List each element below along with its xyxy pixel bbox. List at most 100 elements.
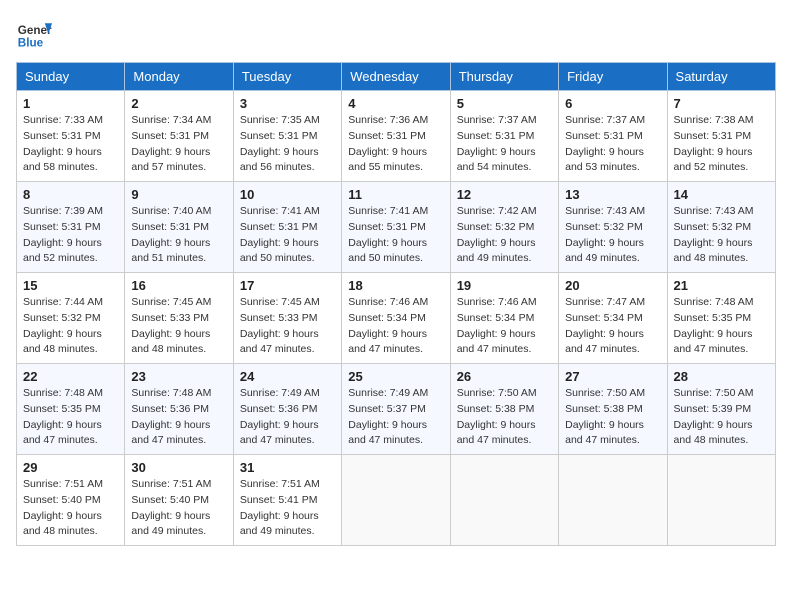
day-info: Sunrise: 7:51 AMSunset: 5:41 PMDaylight:… — [240, 478, 320, 537]
day-info: Sunrise: 7:42 AMSunset: 5:32 PMDaylight:… — [457, 205, 537, 264]
day-info: Sunrise: 7:37 AMSunset: 5:31 PMDaylight:… — [457, 114, 537, 173]
day-number: 9 — [131, 187, 226, 202]
day-info: Sunrise: 7:51 AMSunset: 5:40 PMDaylight:… — [23, 478, 103, 537]
day-info: Sunrise: 7:48 AMSunset: 5:36 PMDaylight:… — [131, 387, 211, 446]
calendar-day — [450, 455, 558, 546]
calendar-table: SundayMondayTuesdayWednesdayThursdayFrid… — [16, 62, 776, 546]
calendar-day: 5 Sunrise: 7:37 AMSunset: 5:31 PMDayligh… — [450, 91, 558, 182]
day-number: 2 — [131, 96, 226, 111]
day-info: Sunrise: 7:39 AMSunset: 5:31 PMDaylight:… — [23, 205, 103, 264]
day-info: Sunrise: 7:48 AMSunset: 5:35 PMDaylight:… — [674, 296, 754, 355]
calendar-day: 19 Sunrise: 7:46 AMSunset: 5:34 PMDaylig… — [450, 273, 558, 364]
day-number: 14 — [674, 187, 769, 202]
logo: General Blue — [16, 16, 52, 52]
calendar-week-1: 1 Sunrise: 7:33 AMSunset: 5:31 PMDayligh… — [17, 91, 776, 182]
day-number: 22 — [23, 369, 118, 384]
day-info: Sunrise: 7:50 AMSunset: 5:39 PMDaylight:… — [674, 387, 754, 446]
weekday-header-friday: Friday — [559, 63, 667, 91]
day-info: Sunrise: 7:46 AMSunset: 5:34 PMDaylight:… — [457, 296, 537, 355]
calendar-week-4: 22 Sunrise: 7:48 AMSunset: 5:35 PMDaylig… — [17, 364, 776, 455]
calendar-day: 21 Sunrise: 7:48 AMSunset: 5:35 PMDaylig… — [667, 273, 775, 364]
day-info: Sunrise: 7:48 AMSunset: 5:35 PMDaylight:… — [23, 387, 103, 446]
calendar-day: 3 Sunrise: 7:35 AMSunset: 5:31 PMDayligh… — [233, 91, 341, 182]
calendar-day: 22 Sunrise: 7:48 AMSunset: 5:35 PMDaylig… — [17, 364, 125, 455]
calendar-day: 20 Sunrise: 7:47 AMSunset: 5:34 PMDaylig… — [559, 273, 667, 364]
day-number: 13 — [565, 187, 660, 202]
logo-icon: General Blue — [16, 16, 52, 52]
calendar-day: 30 Sunrise: 7:51 AMSunset: 5:40 PMDaylig… — [125, 455, 233, 546]
calendar-day: 1 Sunrise: 7:33 AMSunset: 5:31 PMDayligh… — [17, 91, 125, 182]
weekday-header-sunday: Sunday — [17, 63, 125, 91]
day-number: 18 — [348, 278, 443, 293]
day-number: 21 — [674, 278, 769, 293]
calendar-day: 2 Sunrise: 7:34 AMSunset: 5:31 PMDayligh… — [125, 91, 233, 182]
day-info: Sunrise: 7:50 AMSunset: 5:38 PMDaylight:… — [457, 387, 537, 446]
day-number: 31 — [240, 460, 335, 475]
weekday-header-thursday: Thursday — [450, 63, 558, 91]
day-info: Sunrise: 7:37 AMSunset: 5:31 PMDaylight:… — [565, 114, 645, 173]
weekday-header-wednesday: Wednesday — [342, 63, 450, 91]
day-info: Sunrise: 7:40 AMSunset: 5:31 PMDaylight:… — [131, 205, 211, 264]
calendar-day: 9 Sunrise: 7:40 AMSunset: 5:31 PMDayligh… — [125, 182, 233, 273]
calendar-day: 23 Sunrise: 7:48 AMSunset: 5:36 PMDaylig… — [125, 364, 233, 455]
calendar-day — [559, 455, 667, 546]
day-info: Sunrise: 7:44 AMSunset: 5:32 PMDaylight:… — [23, 296, 103, 355]
svg-text:Blue: Blue — [18, 37, 44, 50]
calendar-day: 17 Sunrise: 7:45 AMSunset: 5:33 PMDaylig… — [233, 273, 341, 364]
day-number: 12 — [457, 187, 552, 202]
calendar-week-3: 15 Sunrise: 7:44 AMSunset: 5:32 PMDaylig… — [17, 273, 776, 364]
calendar-day: 24 Sunrise: 7:49 AMSunset: 5:36 PMDaylig… — [233, 364, 341, 455]
calendar-day: 26 Sunrise: 7:50 AMSunset: 5:38 PMDaylig… — [450, 364, 558, 455]
day-info: Sunrise: 7:38 AMSunset: 5:31 PMDaylight:… — [674, 114, 754, 173]
day-number: 7 — [674, 96, 769, 111]
day-info: Sunrise: 7:41 AMSunset: 5:31 PMDaylight:… — [348, 205, 428, 264]
day-info: Sunrise: 7:43 AMSunset: 5:32 PMDaylight:… — [674, 205, 754, 264]
day-number: 25 — [348, 369, 443, 384]
day-number: 23 — [131, 369, 226, 384]
day-number: 5 — [457, 96, 552, 111]
calendar-day — [342, 455, 450, 546]
day-number: 8 — [23, 187, 118, 202]
calendar-day: 14 Sunrise: 7:43 AMSunset: 5:32 PMDaylig… — [667, 182, 775, 273]
weekday-header-saturday: Saturday — [667, 63, 775, 91]
day-number: 15 — [23, 278, 118, 293]
day-info: Sunrise: 7:45 AMSunset: 5:33 PMDaylight:… — [131, 296, 211, 355]
calendar-day: 16 Sunrise: 7:45 AMSunset: 5:33 PMDaylig… — [125, 273, 233, 364]
calendar-day: 7 Sunrise: 7:38 AMSunset: 5:31 PMDayligh… — [667, 91, 775, 182]
calendar-day — [667, 455, 775, 546]
day-number: 17 — [240, 278, 335, 293]
day-info: Sunrise: 7:34 AMSunset: 5:31 PMDaylight:… — [131, 114, 211, 173]
calendar-day: 12 Sunrise: 7:42 AMSunset: 5:32 PMDaylig… — [450, 182, 558, 273]
day-info: Sunrise: 7:47 AMSunset: 5:34 PMDaylight:… — [565, 296, 645, 355]
day-info: Sunrise: 7:46 AMSunset: 5:34 PMDaylight:… — [348, 296, 428, 355]
day-info: Sunrise: 7:43 AMSunset: 5:32 PMDaylight:… — [565, 205, 645, 264]
calendar-day: 15 Sunrise: 7:44 AMSunset: 5:32 PMDaylig… — [17, 273, 125, 364]
calendar-day: 28 Sunrise: 7:50 AMSunset: 5:39 PMDaylig… — [667, 364, 775, 455]
day-info: Sunrise: 7:50 AMSunset: 5:38 PMDaylight:… — [565, 387, 645, 446]
day-info: Sunrise: 7:45 AMSunset: 5:33 PMDaylight:… — [240, 296, 320, 355]
day-info: Sunrise: 7:49 AMSunset: 5:37 PMDaylight:… — [348, 387, 428, 446]
day-number: 16 — [131, 278, 226, 293]
calendar-day: 11 Sunrise: 7:41 AMSunset: 5:31 PMDaylig… — [342, 182, 450, 273]
day-info: Sunrise: 7:35 AMSunset: 5:31 PMDaylight:… — [240, 114, 320, 173]
day-info: Sunrise: 7:36 AMSunset: 5:31 PMDaylight:… — [348, 114, 428, 173]
day-number: 29 — [23, 460, 118, 475]
day-number: 3 — [240, 96, 335, 111]
calendar-day: 8 Sunrise: 7:39 AMSunset: 5:31 PMDayligh… — [17, 182, 125, 273]
day-number: 4 — [348, 96, 443, 111]
weekday-header-monday: Monday — [125, 63, 233, 91]
calendar-day: 27 Sunrise: 7:50 AMSunset: 5:38 PMDaylig… — [559, 364, 667, 455]
calendar-day: 13 Sunrise: 7:43 AMSunset: 5:32 PMDaylig… — [559, 182, 667, 273]
day-number: 10 — [240, 187, 335, 202]
day-number: 11 — [348, 187, 443, 202]
page-header: General Blue — [16, 16, 776, 52]
day-number: 19 — [457, 278, 552, 293]
calendar-day: 18 Sunrise: 7:46 AMSunset: 5:34 PMDaylig… — [342, 273, 450, 364]
day-info: Sunrise: 7:49 AMSunset: 5:36 PMDaylight:… — [240, 387, 320, 446]
calendar-week-2: 8 Sunrise: 7:39 AMSunset: 5:31 PMDayligh… — [17, 182, 776, 273]
day-number: 27 — [565, 369, 660, 384]
calendar-week-5: 29 Sunrise: 7:51 AMSunset: 5:40 PMDaylig… — [17, 455, 776, 546]
calendar-day: 31 Sunrise: 7:51 AMSunset: 5:41 PMDaylig… — [233, 455, 341, 546]
day-info: Sunrise: 7:33 AMSunset: 5:31 PMDaylight:… — [23, 114, 103, 173]
day-info: Sunrise: 7:41 AMSunset: 5:31 PMDaylight:… — [240, 205, 320, 264]
